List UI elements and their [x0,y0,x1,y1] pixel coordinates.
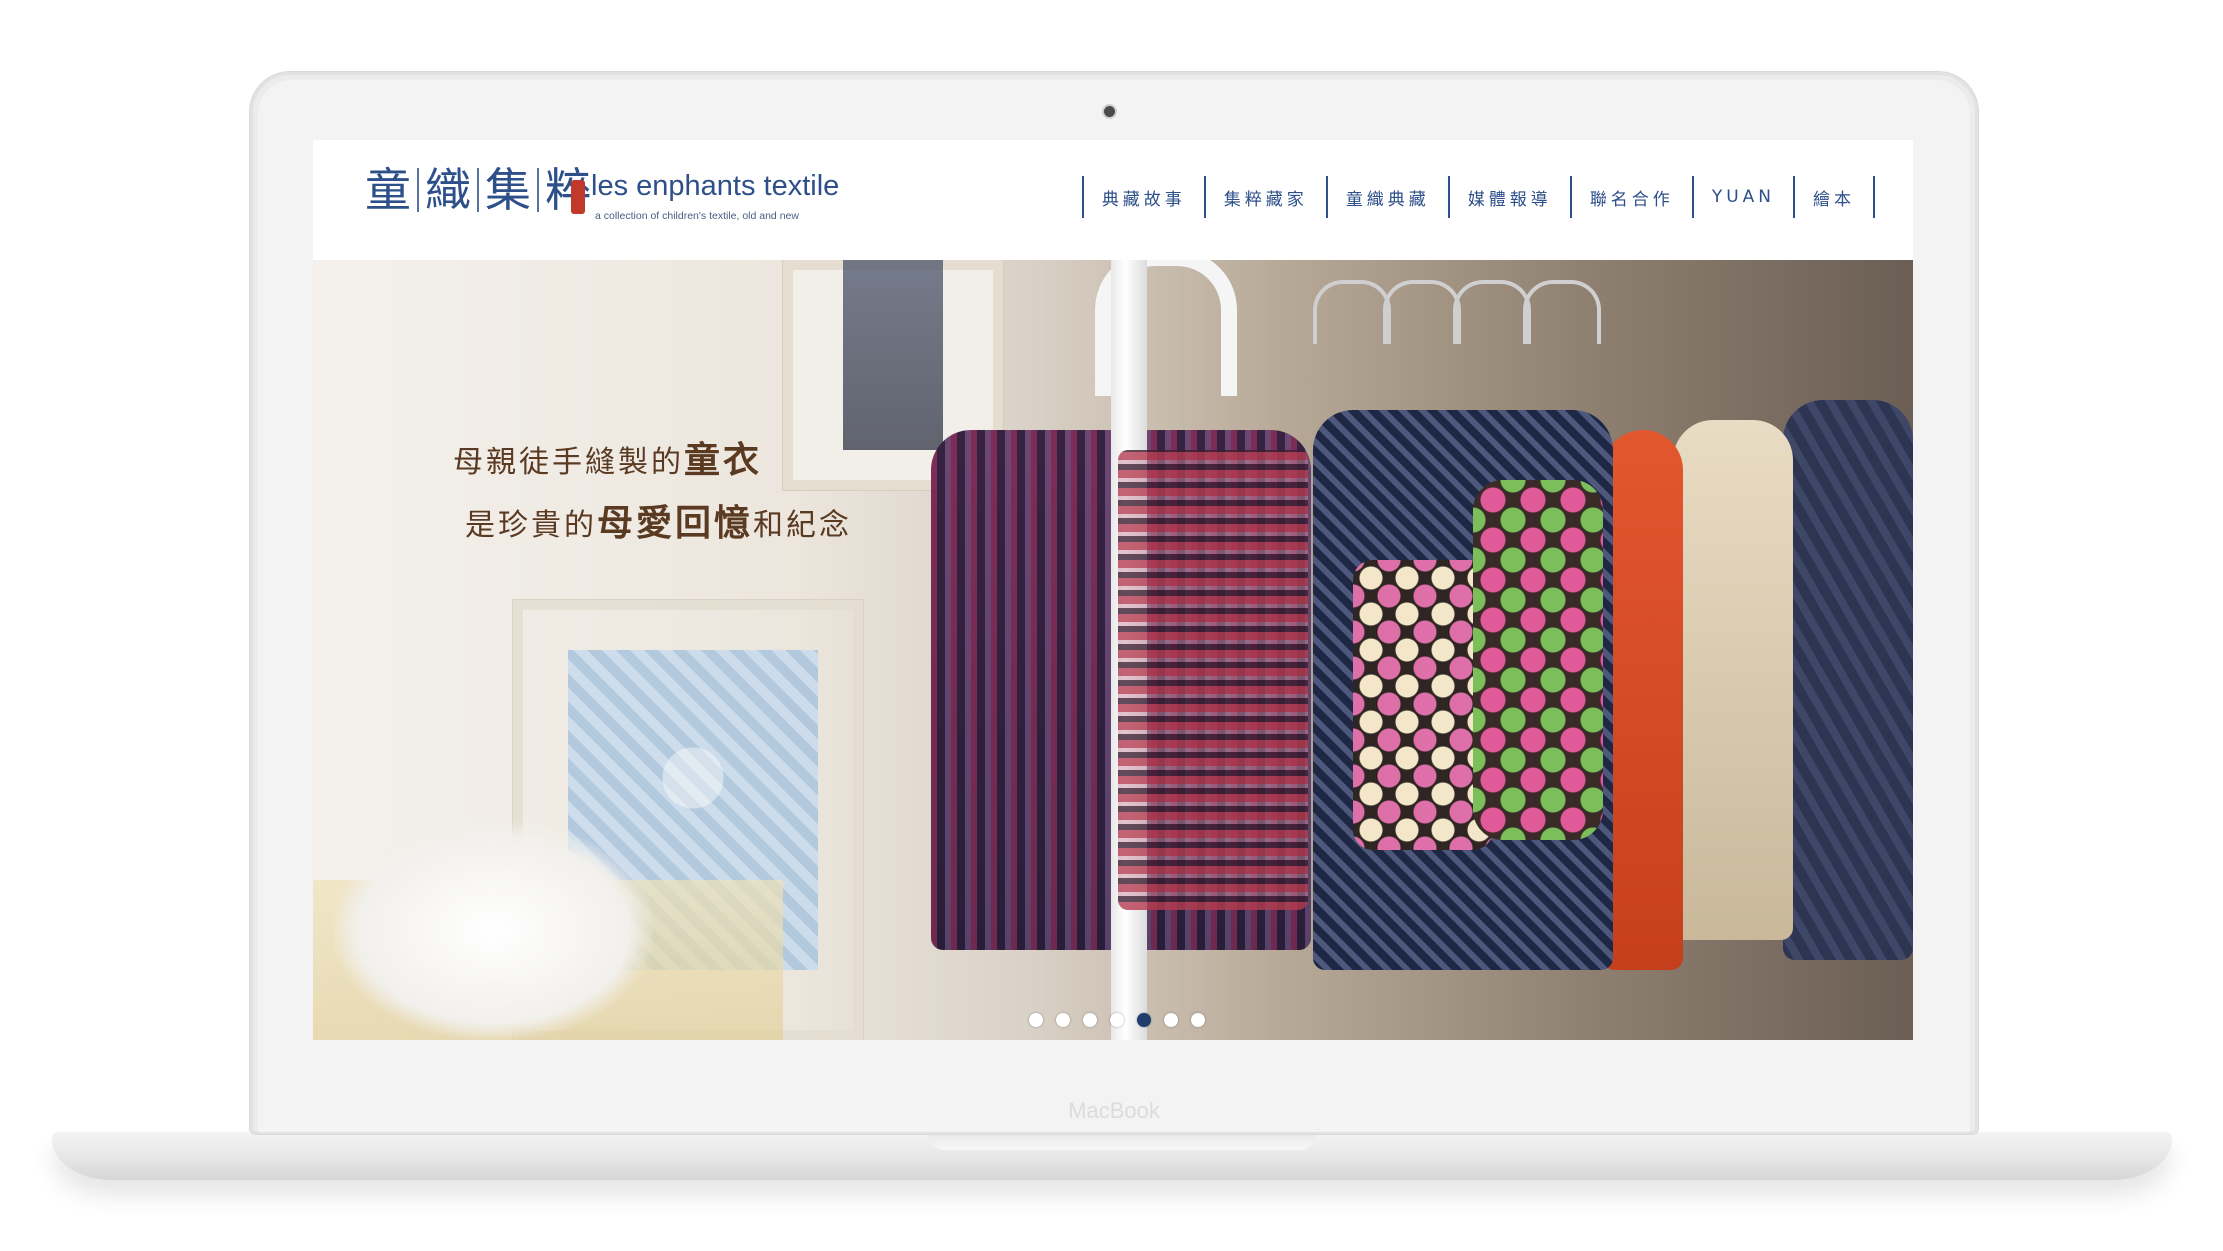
logo-tagline: a collection of children's textile, old … [595,210,799,222]
white-fabric [333,820,653,1040]
nav-item-picture-books[interactable]: 繪本 [1793,176,1875,218]
hero-text-part: 和紀念 [753,508,853,543]
laptop-base-notch [928,1134,1316,1150]
garment [1473,480,1603,840]
slider-dot[interactable] [1029,1013,1043,1027]
logo-divider [477,168,479,212]
logo-seal-stamp [571,180,585,214]
slider-dot[interactable] [1191,1013,1205,1027]
site-logo[interactable]: 童 織 集 粹 les enphants textile a collectio… [359,162,839,232]
hero-slider: 母親徒手縫製的童衣 是珍貴的母愛回憶和紀念 [313,260,1913,1040]
nav-item-collection-stories[interactable]: 典藏故事 [1081,176,1204,218]
logo-chinese-title: 童 織 集 粹 [359,164,597,216]
site-header: 童 織 集 粹 les enphants textile a collectio… [313,140,1913,261]
garment [1673,420,1793,940]
hero-text-part: 母親徒手縫製的 [453,445,684,480]
garment [1603,430,1683,970]
garment [1783,400,1913,960]
logo-divider [537,168,539,212]
hanger [1523,280,1601,344]
hero-line-2: 是珍貴的母愛回憶和紀念 [465,493,852,556]
nav-item-yuan[interactable]: YUAN [1691,176,1793,218]
logo-char: 粹 [545,163,591,217]
slider-dot-active[interactable] [1137,1013,1151,1027]
hero-line-1: 母親徒手縫製的童衣 [453,430,852,493]
hanger [1313,280,1391,344]
slider-dot[interactable] [1056,1013,1070,1027]
hanger [1383,280,1461,344]
slider-dot[interactable] [1110,1013,1124,1027]
logo-char: 童 [365,163,411,217]
logo-char: 集 [485,163,531,217]
slider-dot[interactable] [1164,1013,1178,1027]
logo-char: 織 [425,163,471,217]
nav-item-collectors[interactable]: 集粹藏家 [1203,176,1326,218]
dark-tapestry [843,260,943,450]
hero-text-part: 是珍貴的 [465,508,597,543]
hero-text-emphasis: 童衣 [684,439,763,481]
nav-item-collaborations[interactable]: 聯名合作 [1569,176,1692,218]
slider-dot[interactable] [1083,1013,1097,1027]
nav-item-media[interactable]: 媒體報導 [1447,176,1570,218]
hero-text-emphasis: 母愛回憶 [597,502,754,544]
nav-item-textile-collection[interactable]: 童織典藏 [1325,176,1448,218]
laptop-brand-label: MacBook [1068,1098,1160,1123]
logo-english-name: les enphants textile [591,170,840,202]
garment [1118,450,1308,910]
main-nav: 典藏故事 集粹藏家 童織典藏 媒體報導 聯名合作 YUAN 繪本 [1081,176,1875,218]
hanger [1453,280,1531,344]
hero-headline: 母親徒手縫製的童衣 是珍貴的母愛回憶和紀念 [453,430,852,556]
slider-pagination [1029,1013,1205,1027]
garment [1353,560,1493,850]
logo-divider [417,168,419,212]
website-screen: 童 織 集 粹 les enphants textile a collectio… [313,140,1913,1040]
camera-icon [1104,106,1115,117]
